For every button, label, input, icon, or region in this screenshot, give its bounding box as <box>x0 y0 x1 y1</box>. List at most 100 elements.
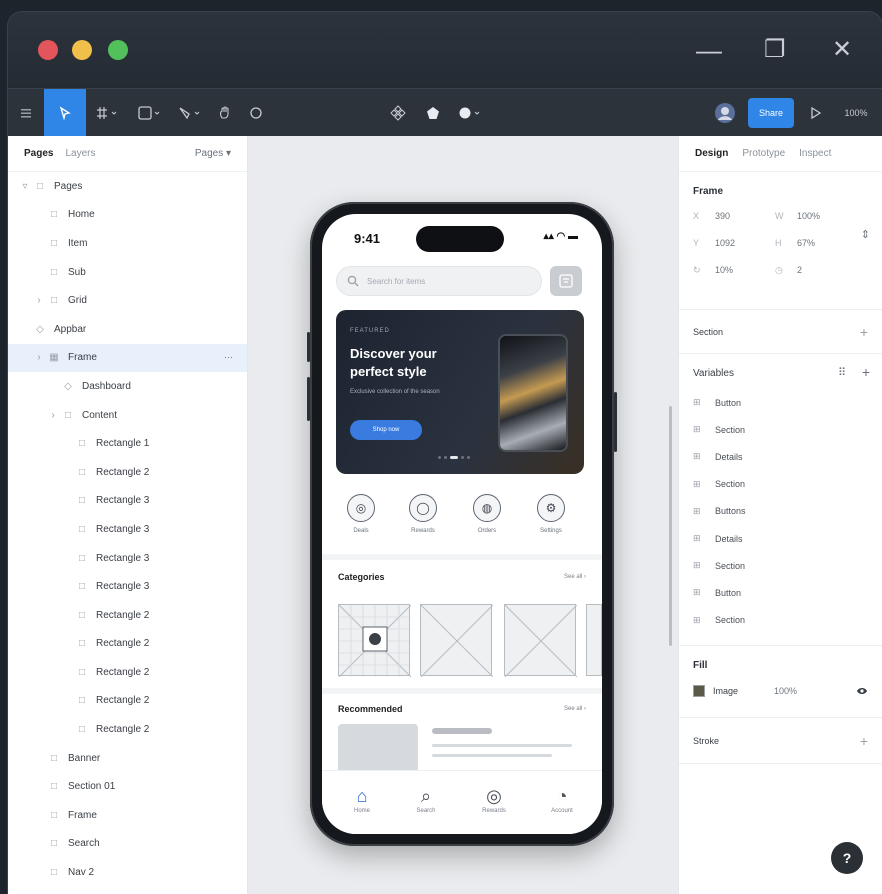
menu-icon[interactable] <box>8 89 44 137</box>
layer-row[interactable]: □ Rectangle 2 <box>8 687 247 716</box>
layer-row[interactable]: □ Rectangle 2 <box>8 630 247 659</box>
layer-arrow-icon[interactable]: › <box>34 295 44 306</box>
variable-row[interactable]: ⊞ Section <box>693 471 868 498</box>
fill-opacity[interactable]: 100% <box>774 686 797 696</box>
layer-row[interactable]: □ Frame <box>8 801 247 830</box>
add-stroke-icon[interactable]: + <box>860 733 868 749</box>
search-bar[interactable]: Search for items <box>336 266 542 296</box>
filter-button[interactable] <box>550 266 582 296</box>
variable-row[interactable]: ⊞ Section <box>693 607 868 634</box>
variable-row[interactable]: ⊞ Button <box>693 389 868 416</box>
layer-row[interactable]: □ Rectangle 2 <box>8 715 247 744</box>
variable-row[interactable]: ⊞ Section <box>693 552 868 579</box>
phone-mockup[interactable]: 9:41 ▴▴ ◠ ▬ Search for items FEATURED Di… <box>307 202 617 846</box>
banner-shop-button[interactable]: Shop now <box>350 420 422 440</box>
layer-row[interactable]: □ Rectangle 3 <box>8 515 247 544</box>
layer-arrow-icon[interactable]: › <box>48 410 58 421</box>
fill-swatch[interactable] <box>693 685 705 697</box>
maximize-traffic-light[interactable] <box>108 40 128 60</box>
present-button[interactable] <box>802 89 830 137</box>
constrain-proportions-icon[interactable]: ⇕ <box>861 228 870 241</box>
comment-tool-button[interactable] <box>240 89 272 137</box>
avatar[interactable] <box>710 89 740 137</box>
layer-row[interactable]: ◇ Dashboard <box>8 372 247 401</box>
eye-icon[interactable] <box>856 687 868 695</box>
frame-tool-button[interactable] <box>86 89 130 137</box>
variable-row[interactable]: ⊞ Button <box>693 579 868 606</box>
plugin-button[interactable] <box>416 89 450 137</box>
layer-arrow-icon[interactable]: ▿ <box>20 181 30 192</box>
layer-row[interactable]: □ Home <box>8 201 247 230</box>
layer-options-icon[interactable]: ⋯ <box>224 352 233 363</box>
tab-inspect[interactable]: Inspect <box>799 148 831 159</box>
layer-row[interactable]: □ Section 01 <box>8 772 247 801</box>
close-traffic-light[interactable] <box>38 40 58 60</box>
page-dropdown[interactable]: Pages ▾ <box>195 148 231 159</box>
window-close-button[interactable]: ✕ <box>832 36 852 64</box>
shape-tool-button[interactable] <box>130 89 170 137</box>
see-all-link[interactable]: See all › <box>564 706 586 712</box>
layer-row[interactable]: □ Rectangle 1 <box>8 429 247 458</box>
variables-grid-icon[interactable]: ⠿ <box>838 366 846 379</box>
variable-row[interactable]: ⊞ Details <box>693 525 868 552</box>
frame-property-field[interactable]: Y 1092 <box>693 234 765 252</box>
layer-row[interactable]: ◇ Appbar <box>8 315 247 344</box>
assets-button[interactable] <box>450 89 490 137</box>
variable-row[interactable]: ⊞ Details <box>693 443 868 470</box>
layer-row[interactable]: □ Search <box>8 830 247 859</box>
bottom-nav-item[interactable]: ⌂ Home <box>334 786 390 814</box>
frame-property-field[interactable]: ↻ 10% <box>693 261 765 279</box>
move-tool-button[interactable] <box>44 88 86 137</box>
frame-property-field[interactable]: ◷ 2 <box>775 261 847 279</box>
layer-row[interactable]: □ Rectangle 2 <box>8 658 247 687</box>
quick-action[interactable]: ⚙ Settings <box>526 494 576 534</box>
layer-row[interactable]: □ Nav 2 <box>8 858 247 887</box>
layer-arrow-icon[interactable]: › <box>34 352 44 363</box>
promo-banner[interactable]: FEATURED Discover your perfect style Exc… <box>336 310 584 474</box>
help-button[interactable]: ? <box>831 842 863 874</box>
quick-action[interactable]: ◎ Deals <box>336 494 386 534</box>
variable-row[interactable]: ⊞ Buttons <box>693 498 868 525</box>
frame-property-field[interactable]: X 390 <box>693 207 765 225</box>
layer-row[interactable]: □ Rectangle 3 <box>8 487 247 516</box>
layer-row[interactable]: □ Rectangle 2 <box>8 458 247 487</box>
components-button[interactable] <box>380 89 416 137</box>
layer-row[interactable]: □ Item <box>8 229 247 258</box>
layer-row[interactable]: › □ Grid <box>8 286 247 315</box>
layer-row[interactable]: □ Rectangle 2 <box>8 601 247 630</box>
frame-property-field[interactable]: H 67% <box>775 234 847 252</box>
bottom-nav-item[interactable]: ⌕ Search <box>398 786 454 814</box>
category-card[interactable] <box>586 604 602 676</box>
window-minimize-button[interactable]: — <box>696 36 722 64</box>
layer-row[interactable]: ▿ □ Pages <box>8 172 247 201</box>
layer-row[interactable]: □ Rectangle 3 <box>8 544 247 573</box>
quick-action[interactable]: ◍ Orders <box>462 494 512 534</box>
layer-row[interactable]: □ Rectangle 3 <box>8 572 247 601</box>
window-restore-button[interactable]: ❐ <box>764 36 786 64</box>
category-card[interactable] <box>338 604 412 678</box>
canvas-scrollbar[interactable] <box>669 406 672 646</box>
category-card[interactable] <box>420 604 494 678</box>
bottom-nav-item[interactable]: ◔ Account <box>534 786 590 814</box>
share-button[interactable]: Share <box>748 97 794 128</box>
layer-row[interactable]: □ Banner <box>8 744 247 773</box>
carousel-dots[interactable] <box>438 456 470 459</box>
tab-design[interactable]: Design <box>695 148 728 159</box>
quick-action[interactable]: ◯ Rewards <box>398 494 448 534</box>
pen-tool-button[interactable] <box>170 89 210 137</box>
minimize-traffic-light[interactable] <box>72 40 92 60</box>
add-variable-icon[interactable]: + <box>862 364 870 380</box>
zoom-dropdown[interactable]: 100% <box>830 89 882 137</box>
category-card[interactable] <box>504 604 578 678</box>
tab-pages[interactable]: Pages <box>24 148 53 159</box>
see-all-link[interactable]: See all › <box>564 574 586 580</box>
frame-property-field[interactable]: W 100% <box>775 207 847 225</box>
variable-row[interactable]: ⊞ Section <box>693 416 868 443</box>
hand-tool-button[interactable] <box>210 89 240 137</box>
layer-row[interactable]: › ▦ Frame ⋯ <box>8 343 247 373</box>
bottom-nav-item[interactable]: ◎ Rewards <box>466 786 522 814</box>
add-section-icon[interactable]: + <box>860 324 868 340</box>
tab-layers[interactable]: Layers <box>65 148 95 159</box>
tab-prototype[interactable]: Prototype <box>742 148 785 159</box>
layer-row[interactable]: › □ Content <box>8 401 247 430</box>
